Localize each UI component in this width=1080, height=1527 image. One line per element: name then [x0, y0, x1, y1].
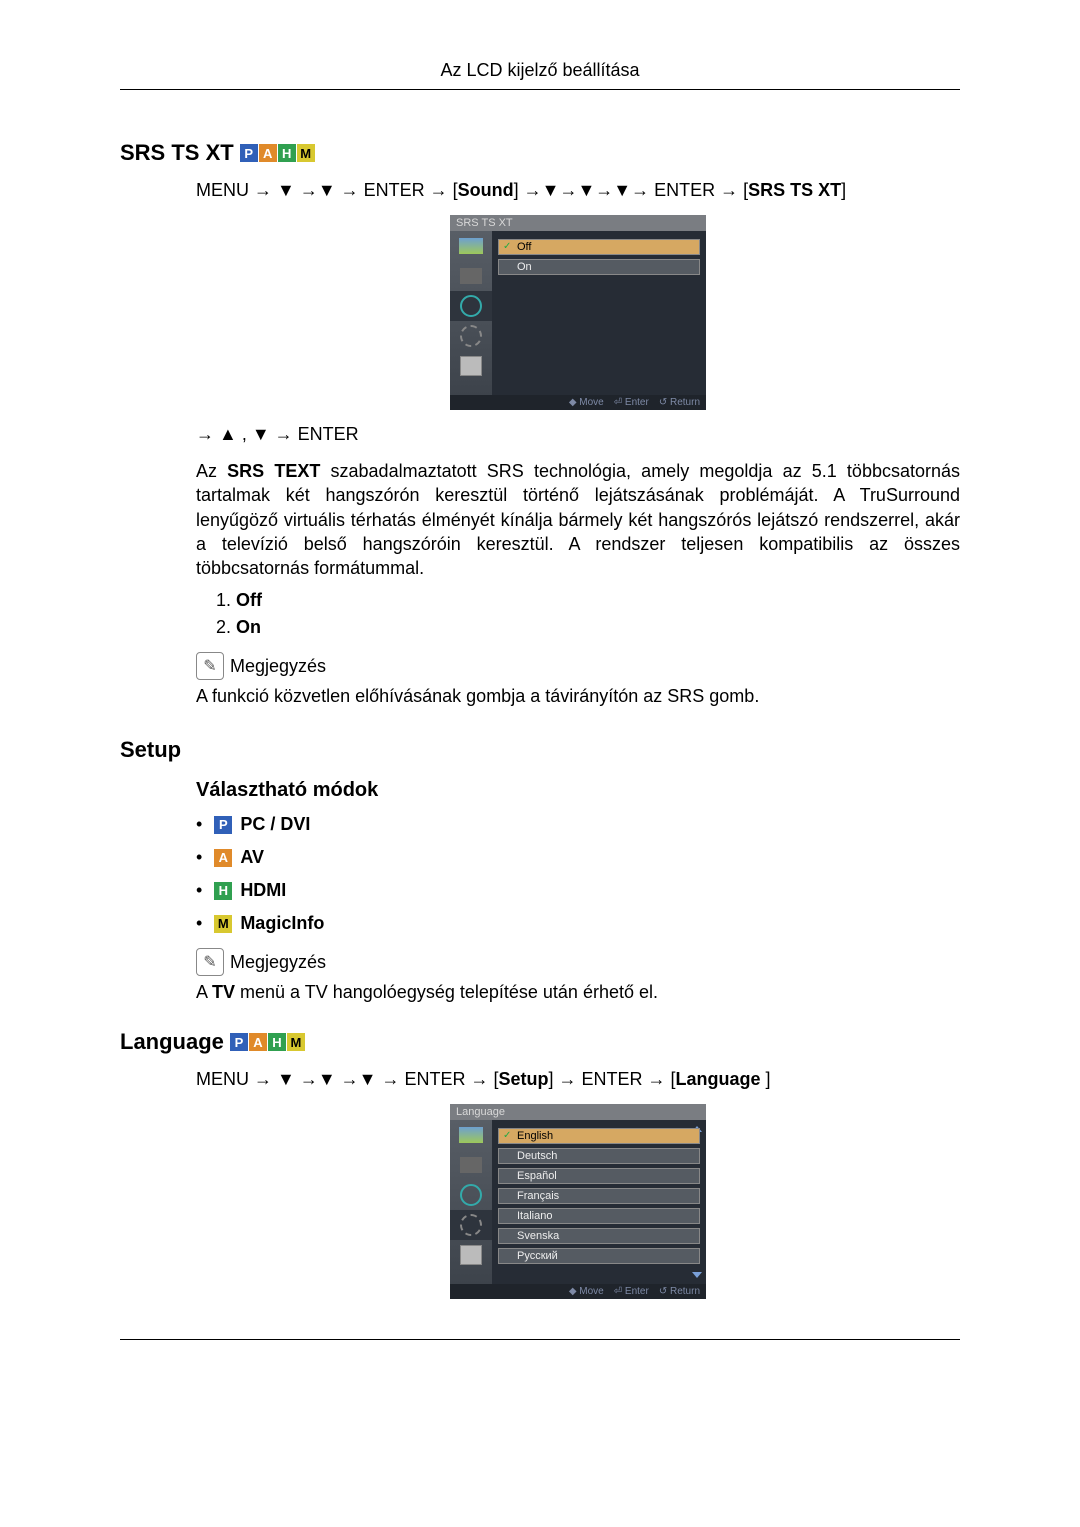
badge-p-icon: P [230, 1033, 248, 1051]
language-menu-path: MENU → ▼ →▼ →▼ → ENTER → [Setup] → ENTER… [196, 1069, 960, 1090]
badge-m-icon: M [214, 915, 232, 933]
sound-icon [450, 291, 492, 321]
note-icon: ✎ [196, 652, 224, 680]
scroll-down-icon[interactable] [692, 1272, 702, 1278]
osd-sidebar [450, 1120, 492, 1284]
osd-language-title: Language [450, 1104, 706, 1120]
onoff-list: Off On [216, 590, 960, 638]
note-label: Megjegyzés [230, 656, 326, 677]
mode-pc-dvi: P PC / DVI [196, 814, 960, 835]
srs-paragraph: Az SRS TEXT szabadalmaztatott SRS techno… [196, 459, 960, 580]
note-heading: ✎ Megjegyzés [196, 948, 960, 976]
note-bold: TV [212, 982, 235, 1002]
picture-icon [450, 231, 492, 261]
srs-nav-line: → ▲ , ▼ → ENTER [196, 424, 960, 445]
setup-icon [450, 1210, 492, 1240]
setup-heading: Setup [120, 737, 960, 763]
footer-return: Return [670, 1286, 700, 1297]
badge-a-icon: A [259, 144, 277, 162]
setup-note-text: A TV menü a TV hangolóegység telepítése … [196, 982, 960, 1003]
path-text: MENU → ▼ →▼ →▼ → ENTER → [ [196, 1069, 498, 1089]
path-text: MENU → ▼ →▼ → ENTER → [ [196, 180, 458, 200]
srs-heading: SRS TS XT P A H M [120, 140, 960, 166]
osd-option-italiano[interactable]: Italiano [498, 1208, 700, 1224]
input-icon [450, 1150, 492, 1180]
osd-srs: SRS TS XT Off On ◆ Move ⏎ Enter ↺ Return [450, 215, 706, 410]
path-text: ] [761, 1069, 771, 1089]
note-icon: ✎ [196, 948, 224, 976]
path-text: ] → ENTER → [ [548, 1069, 675, 1089]
osd-sidebar [450, 231, 492, 395]
badge-h-icon: H [268, 1033, 286, 1051]
osd-option-francais[interactable]: Français [498, 1188, 700, 1204]
osd-option-espanol[interactable]: Español [498, 1168, 700, 1184]
badge-a-icon: A [249, 1033, 267, 1051]
srs-menu-path: MENU → ▼ →▼ → ENTER → [Sound] →▼→▼→▼→ EN… [196, 180, 960, 201]
mode-label: HDMI [240, 880, 286, 901]
multi-icon [450, 351, 492, 381]
mode-label: MagicInfo [240, 913, 324, 934]
osd-footer: ◆ Move ⏎ Enter ↺ Return [450, 395, 706, 410]
path-text: ] →▼→▼→▼→ ENTER → [ [514, 180, 748, 200]
osd-srs-content: Off On [492, 231, 706, 395]
footer-return: Return [670, 397, 700, 408]
mode-label: PC / DVI [240, 814, 310, 835]
path-language: Language [676, 1069, 761, 1089]
mode-hdmi: H HDMI [196, 880, 960, 901]
path-srs: SRS TS XT [748, 180, 841, 200]
language-heading-text: Language [120, 1029, 224, 1055]
badge-p-icon: P [214, 816, 232, 834]
mode-magicinfo: M MagicInfo [196, 913, 960, 934]
osd-language-content: English Deutsch Español Français Italian… [492, 1120, 706, 1284]
osd-option-english[interactable]: English [498, 1128, 700, 1144]
osd-option-svenska[interactable]: Svenska [498, 1228, 700, 1244]
note-label: Megjegyzés [230, 952, 326, 973]
page-header: Az LCD kijelző beállítása [120, 60, 960, 90]
list-off: Off [236, 590, 262, 610]
badge-m-icon: M [287, 1033, 305, 1051]
badge-m-icon: M [297, 144, 315, 162]
sound-icon [450, 1180, 492, 1210]
mode-label: AV [240, 847, 264, 868]
mode-av: A AV [196, 847, 960, 868]
osd-language: Language English Deutsch Español Françai… [450, 1104, 706, 1299]
setup-icon [450, 321, 492, 351]
mode-badges: P A H M [240, 144, 316, 162]
osd-footer: ◆ Move ⏎ Enter ↺ Return [450, 1284, 706, 1299]
para-bold: SRS TEXT [227, 461, 320, 481]
badge-h-icon: H [278, 144, 296, 162]
note-heading: ✎ Megjegyzés [196, 652, 960, 680]
picture-icon [450, 1120, 492, 1150]
badge-a-icon: A [214, 849, 232, 867]
list-on: On [236, 617, 261, 637]
footer-move: Move [579, 1286, 603, 1297]
modes-subheading: Választható módok [196, 779, 960, 802]
path-sound: Sound [458, 180, 514, 200]
multi-icon [450, 1240, 492, 1270]
path-text: ] [841, 180, 846, 200]
osd-option-russkii[interactable]: Русский [498, 1248, 700, 1264]
note-text: menü a TV hangolóegység telepítése után … [235, 982, 658, 1002]
srs-note-text: A funkció közvetlen előhívásának gombja … [196, 686, 960, 707]
osd-option-off[interactable]: Off [498, 239, 700, 255]
input-icon [450, 261, 492, 291]
modes-list: P PC / DVI A AV H HDMI M MagicInfo [196, 814, 960, 934]
para-text: Az [196, 461, 227, 481]
mode-badges: P A H M [230, 1033, 306, 1051]
language-heading: Language P A H M [120, 1029, 960, 1055]
srs-heading-text: SRS TS XT [120, 140, 234, 166]
footer-move: Move [579, 397, 603, 408]
footer-rule [120, 1339, 960, 1340]
osd-option-on[interactable]: On [498, 259, 700, 275]
badge-h-icon: H [214, 882, 232, 900]
note-text: A [196, 982, 212, 1002]
footer-enter: Enter [625, 397, 649, 408]
badge-p-icon: P [240, 144, 258, 162]
osd-option-deutsch[interactable]: Deutsch [498, 1148, 700, 1164]
path-setup: Setup [498, 1069, 548, 1089]
footer-enter: Enter [625, 1286, 649, 1297]
osd-srs-title: SRS TS XT [450, 215, 706, 231]
